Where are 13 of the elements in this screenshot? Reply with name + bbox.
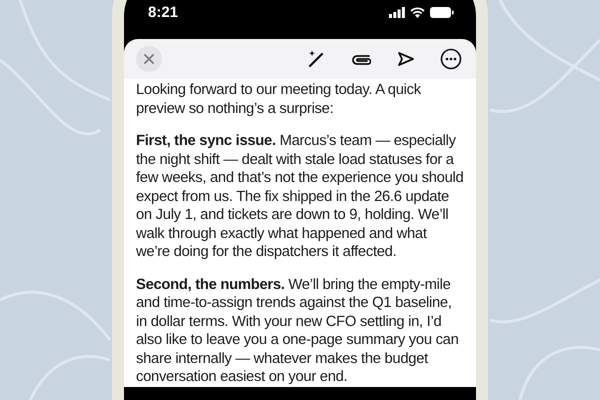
paperclip-icon [351, 52, 371, 66]
message-paragraph: First, the sync issue. Marcus’s team — especially the night shift — dealt with stale load statuses for a few weeks, and that’s not the experience you should expect from us. The fix shipped in the 26.6 update on July 1, and tickets are down to 9, holding. We’ll walk through exactly what happened and what we’re doing for the dispatchers it affected. [136, 132, 464, 262]
message-paragraph: Looking forward to our meeting today. A quick preview so nothing’s a surprise: [136, 81, 422, 118]
close-button[interactable] [136, 46, 162, 72]
status-time: 8:21 [148, 4, 178, 20]
more-icon [440, 48, 462, 70]
message-paragraph: Second, the numbers. We’ll bring the empty-mile and time-to-assign trends against the Q1 baseline, in dollar terms. With your new CFO settling in, I’d also like to leave you a one-page summary you can share internally — whatever makes the budget conversation easiest on your end. [136, 276, 460, 386]
signal-icon [389, 6, 405, 18]
wifi-icon [410, 6, 425, 18]
send-icon [397, 51, 415, 67]
close-icon [144, 54, 154, 64]
battery-icon [430, 6, 454, 18]
magic-wand-icon [306, 49, 326, 69]
